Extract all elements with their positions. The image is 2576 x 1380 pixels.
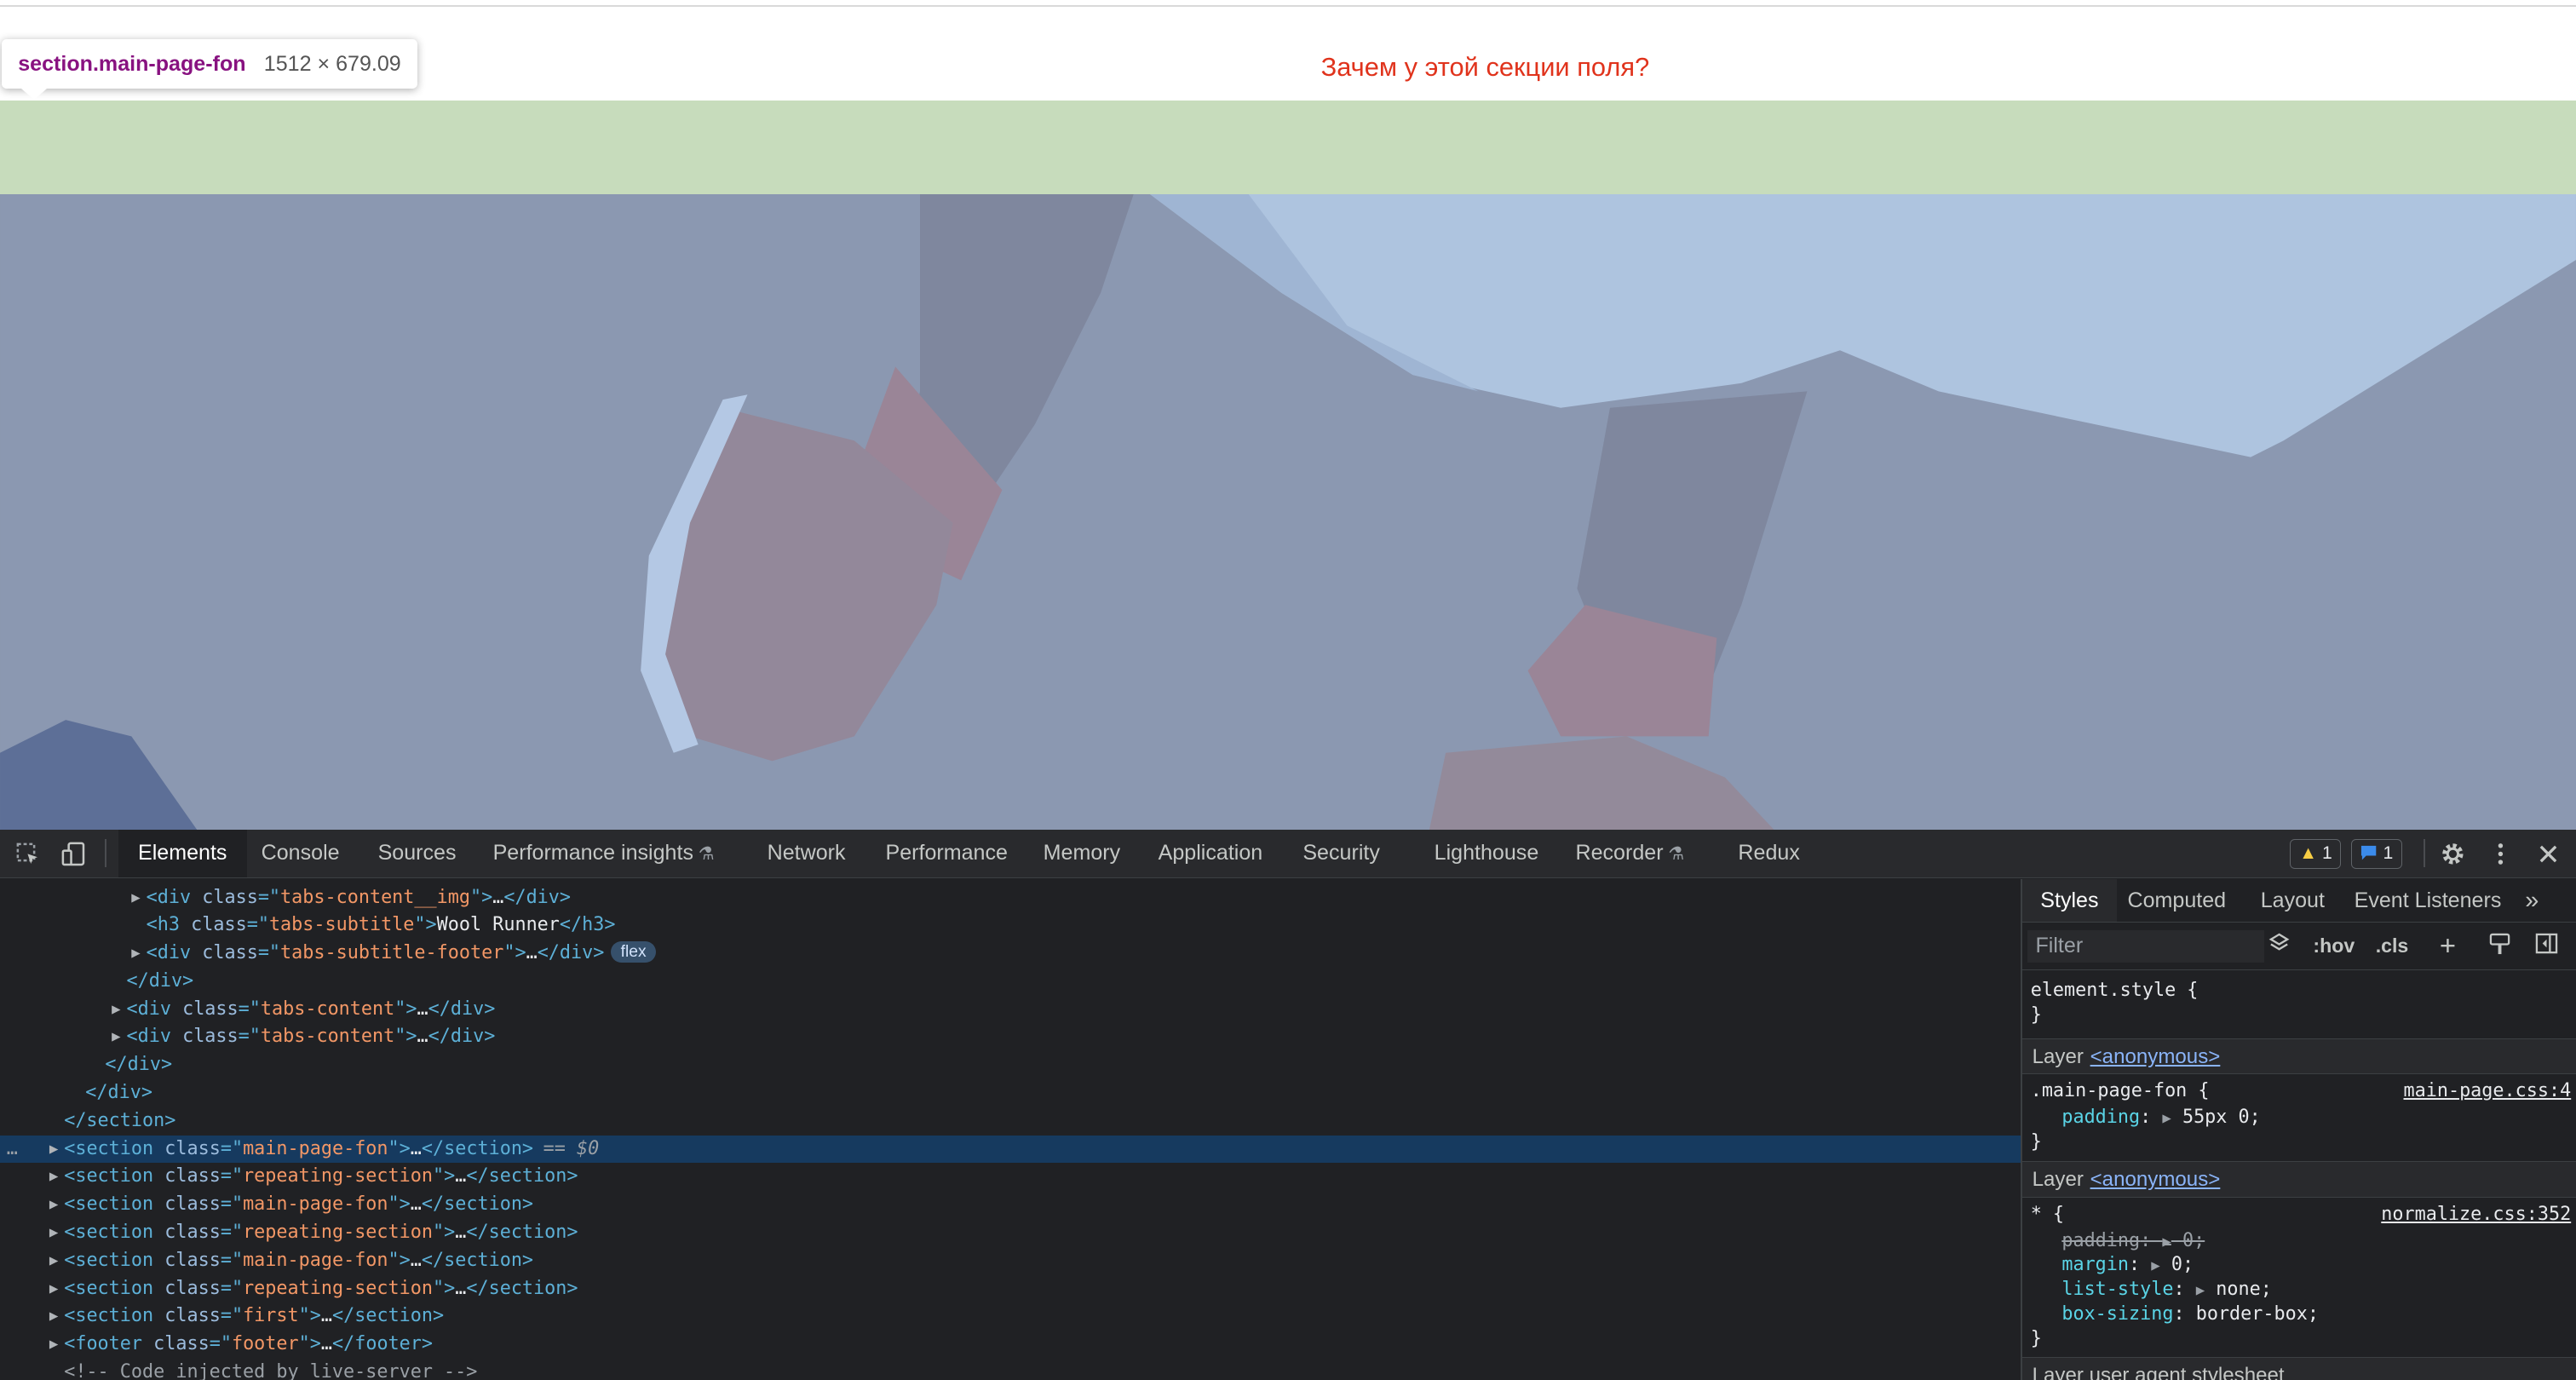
tooltip-arrow <box>21 89 48 100</box>
css-declaration[interactable]: margin: ▶ 0; <box>2061 1253 2194 1278</box>
tree-row[interactable]: ▶ <section class="repeating-section">…</… <box>0 1163 2021 1191</box>
cls-toggle[interactable]: .cls <box>2376 933 2409 959</box>
tree-row[interactable]: ▶ <section class="main-page-fon">…</sect… <box>0 1247 2021 1275</box>
tree-row[interactable]: ▶ <div class="tabs-subtitle-footer">…</d… <box>0 940 2021 968</box>
message-count: 1 <box>2383 843 2394 864</box>
tab-network[interactable]: Network <box>768 830 846 877</box>
layer-link[interactable]: <anonymous> <box>2090 1045 2221 1068</box>
devtools-panel: Elements Console Sources Performance ins… <box>0 829 2576 1380</box>
add-rule-button[interactable]: + <box>2440 932 2456 960</box>
tab-computed[interactable]: Computed <box>2127 879 2226 922</box>
styles-filter-input[interactable] <box>2027 929 2264 963</box>
css-declaration-overridden[interactable]: padding: ▶ 0; <box>2061 1229 2205 1254</box>
html-comment: <!-- Code injected by live-server --> <box>64 1360 478 1380</box>
tree-row[interactable]: </div> <box>0 968 2021 996</box>
tree-row[interactable]: ▶ <div class="tabs-content__img">…</div> <box>0 884 2021 912</box>
tooltip-selector: section.main-page-fon <box>18 51 246 76</box>
tab-label: Recorder <box>1575 840 1664 865</box>
flex-badge[interactable]: flex <box>611 941 657 963</box>
layer-label: Layer <box>2032 1044 2084 1068</box>
row-menu-dots[interactable]: … <box>7 1136 18 1164</box>
paint-brush-icon[interactable] <box>2489 933 2510 959</box>
tree-row[interactable]: <!-- Code injected by live-server --> <box>0 1359 2021 1380</box>
flask-icon: ⚗ <box>1668 843 1685 864</box>
source-link[interactable]: normalize.css:352 <box>2381 1203 2571 1228</box>
styles-pane: Styles Computed Layout Event Listeners »… <box>2022 878 2576 1380</box>
tree-row[interactable]: ▶ <div class="tabs-content">…</div> <box>0 996 2021 1024</box>
messages-counter[interactable]: 1 <box>2350 839 2402 870</box>
close-icon[interactable] <box>2532 838 2565 871</box>
tree-row[interactable]: ▶ <div class="tabs-content">…</div> <box>0 1023 2021 1051</box>
rule-selector[interactable]: * { <box>2031 1203 2064 1228</box>
screen: Зачем у этой секции поля? section.main-p… <box>0 0 2576 1380</box>
tree-row[interactable]: </div> <box>0 1051 2021 1079</box>
tab-redux[interactable]: Redux <box>1738 830 1799 877</box>
tree-row[interactable]: ▶ <section class="repeating-section">…</… <box>0 1219 2021 1247</box>
rule-selector[interactable]: .main-page-fon { <box>2031 1079 2210 1104</box>
css-declaration[interactable]: list-style: ▶ none; <box>2061 1278 2272 1302</box>
styles-filter-bar: :hov .cls + <box>2022 923 2576 970</box>
selected-marker: == $0 <box>543 1137 600 1159</box>
tree-row[interactable]: </div> <box>0 1079 2021 1107</box>
tab-layout[interactable]: Layout <box>2261 879 2325 922</box>
more-tabs-icon[interactable]: » <box>2525 879 2539 922</box>
layer-header: Layer <anonymous> <box>2022 1038 2576 1075</box>
tab-sources[interactable]: Sources <box>378 830 457 877</box>
element-style-selector[interactable]: element.style { <box>2031 979 2199 1003</box>
tab-recorder[interactable]: Recorder ⚗ <box>1575 830 1684 877</box>
rule-close-brace: } <box>2030 1004 2042 1026</box>
divider <box>0 4 2576 7</box>
elements-tree[interactable]: ▶ <div class="tabs-content__img">…</div>… <box>0 879 2021 1380</box>
devtools-tabbar: Elements Console Sources Performance ins… <box>0 829 2576 878</box>
tab-elements[interactable]: Elements <box>118 829 247 877</box>
tab-styles[interactable]: Styles <box>2022 878 2117 922</box>
tab-label: Performance insights <box>492 840 693 865</box>
layer-link[interactable]: <anonymous> <box>2090 1168 2221 1191</box>
tree-row[interactable]: </section> <box>0 1107 2021 1136</box>
hero-image <box>0 193 2576 830</box>
layers-toggle-icon[interactable] <box>2268 933 2290 959</box>
divider <box>105 839 107 868</box>
page-viewport: Зачем у этой секции поля? section.main-p… <box>0 0 2576 830</box>
divider <box>2423 839 2425 868</box>
padding-highlight-overlay <box>0 100 2576 194</box>
message-icon <box>2361 846 2377 860</box>
tree-row-selected[interactable]: … ▶ <section class="main-page-fon">…</se… <box>0 1135 2021 1164</box>
hov-toggle[interactable]: :hov <box>2313 933 2355 959</box>
inspect-tooltip: section.main-page-fon 1512 × 679.09 <box>1 39 418 89</box>
warnings-counter[interactable]: ▲ 1 <box>2290 839 2342 870</box>
warning-count: 1 <box>2321 843 2332 864</box>
tab-lighthouse[interactable]: Lighthouse <box>1435 830 1539 877</box>
tab-event-listeners[interactable]: Event Listeners <box>2355 879 2502 922</box>
tab-console[interactable]: Console <box>262 830 340 877</box>
source-link[interactable]: main-page.css:4 <box>2404 1079 2572 1104</box>
tree-row[interactable]: ▶ <section class="repeating-section">…</… <box>0 1275 2021 1303</box>
rule-close-brace: } <box>2030 1130 2042 1153</box>
tooltip-size: 1512 × 679.09 <box>263 51 401 76</box>
tab-performance-insights[interactable]: Performance insights ⚗ <box>493 830 715 877</box>
tree-row[interactable]: ▶ <footer class="footer">…</footer> <box>0 1331 2021 1359</box>
styles-tabbar: Styles Computed Layout Event Listeners » <box>2022 878 2576 923</box>
gear-icon[interactable] <box>2436 838 2470 871</box>
css-declaration[interactable]: box-sizing: border-box; <box>2061 1302 2319 1327</box>
tree-row[interactable]: ▶ <section class="first">…</section> <box>0 1302 2021 1331</box>
kebab-menu-icon[interactable] <box>2484 838 2517 871</box>
device-toolbar-icon[interactable] <box>57 838 90 871</box>
layer-header: Layer user agent stylesheet <box>2022 1356 2576 1380</box>
tree-row[interactable]: ▶ <section class="main-page-fon">…</sect… <box>0 1191 2021 1219</box>
tree-row[interactable]: <h3 class="tabs-subtitle">Wool Runner</h… <box>0 911 2021 940</box>
layer-label: Layer <box>2032 1168 2084 1192</box>
toggle-sidebar-icon[interactable] <box>2535 933 2558 959</box>
tab-application[interactable]: Application <box>1159 830 1263 877</box>
css-declaration[interactable]: padding: ▶ 55px 0; <box>2061 1106 2260 1130</box>
flask-icon: ⚗ <box>698 843 715 864</box>
rule-close-brace: } <box>2030 1328 2042 1350</box>
sneaker-photo <box>0 193 2576 830</box>
layer-header: Layer <anonymous> <box>2022 1161 2576 1198</box>
tab-performance[interactable]: Performance <box>885 830 1007 877</box>
tab-security[interactable]: Security <box>1302 830 1380 877</box>
tab-memory[interactable]: Memory <box>1044 830 1121 877</box>
select-element-icon[interactable] <box>11 838 44 871</box>
warning-icon: ▲ <box>2299 843 2318 864</box>
